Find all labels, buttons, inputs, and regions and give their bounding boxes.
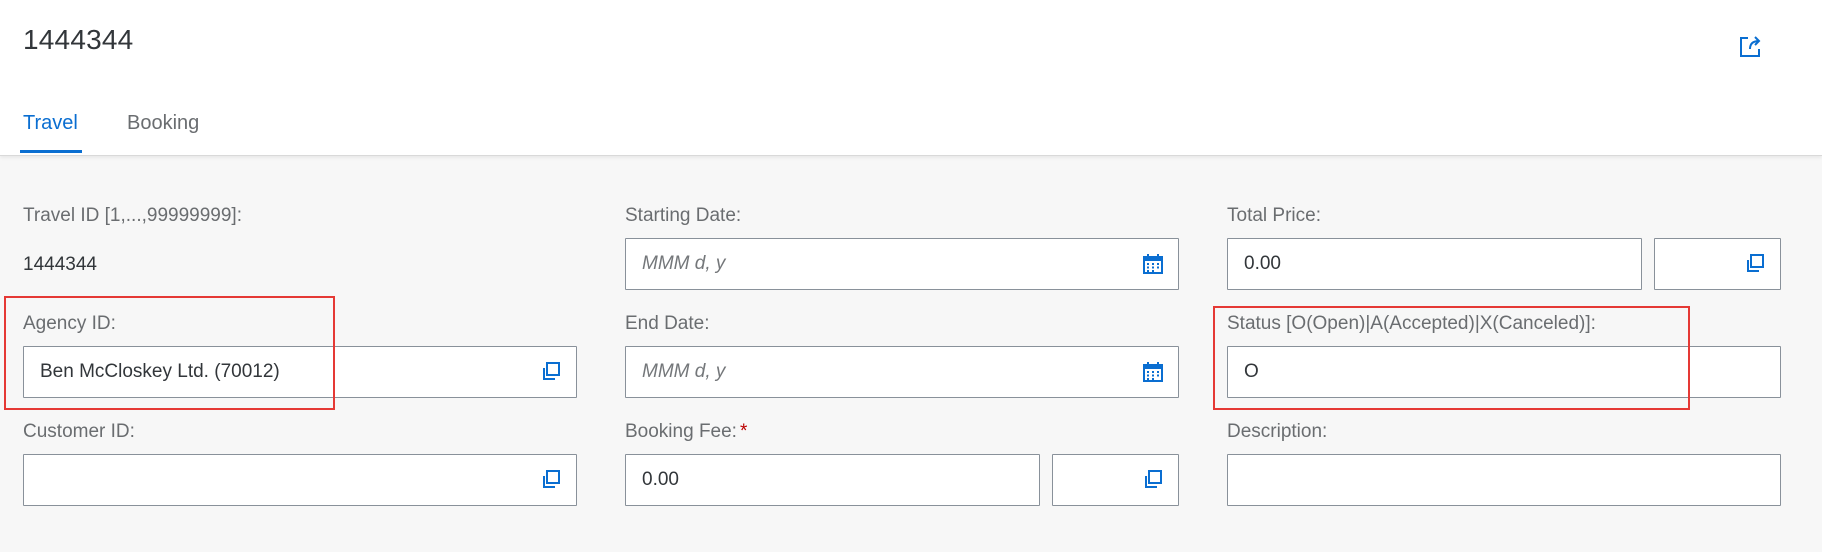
active-tab-indicator (20, 150, 82, 153)
description-field[interactable] (1227, 454, 1781, 506)
booking-fee-currency-field[interactable] (1052, 454, 1179, 506)
status-value: O (1244, 361, 1259, 382)
page-title: 1444344 (23, 24, 134, 55)
booking-fee-label: Booking Fee: * (625, 421, 747, 443)
calendar-icon[interactable] (1141, 360, 1165, 384)
description-label: Description: (1227, 421, 1328, 442)
value-help-icon[interactable] (1141, 468, 1165, 492)
total-price-field[interactable]: 0.00 (1227, 238, 1642, 290)
agency-id-value: Ben McCloskey Ltd. (70012) (40, 361, 280, 382)
value-help-icon[interactable] (539, 468, 563, 492)
total-price-value: 0.00 (1244, 253, 1281, 274)
booking-fee-field[interactable]: 0.00 (625, 454, 1040, 506)
end-date-label: End Date: (625, 313, 710, 334)
status-label: Status [O(Open)|A(Accepted)|X(Canceled)]… (1227, 313, 1596, 334)
tab-travel[interactable]: Travel (23, 112, 78, 135)
share-button[interactable] (1733, 30, 1767, 64)
required-marker: * (739, 421, 748, 442)
booking-fee-value: 0.00 (642, 469, 679, 490)
agency-id-label: Agency ID: (23, 313, 116, 334)
end-date-field[interactable]: MMM d, y (625, 346, 1179, 398)
starting-date-label: Starting Date: (625, 205, 742, 226)
starting-date-field[interactable]: MMM d, y (625, 238, 1179, 290)
travel-id-label: Travel ID [1,...,99999999]: (23, 205, 242, 226)
value-help-icon[interactable] (1743, 252, 1767, 276)
end-date-placeholder: MMM d, y (642, 361, 726, 382)
customer-id-field[interactable] (23, 454, 577, 506)
tab-booking[interactable]: Booking (127, 112, 199, 135)
customer-id-label: Customer ID: (23, 421, 135, 442)
agency-id-field[interactable]: Ben McCloskey Ltd. (70012) (23, 346, 577, 398)
share-icon (1740, 36, 1761, 57)
travel-id-value: 1444344 (23, 254, 97, 275)
calendar-icon[interactable] (1141, 252, 1165, 276)
total-price-currency-field[interactable] (1654, 238, 1781, 290)
value-help-icon[interactable] (539, 360, 563, 384)
booking-fee-label-text: Booking Fee: (625, 421, 737, 442)
object-page-header: 1444344 Travel Booking (0, 0, 1822, 156)
total-price-label: Total Price: (1227, 205, 1321, 226)
status-field[interactable]: O (1227, 346, 1781, 398)
starting-date-placeholder: MMM d, y (642, 253, 726, 274)
